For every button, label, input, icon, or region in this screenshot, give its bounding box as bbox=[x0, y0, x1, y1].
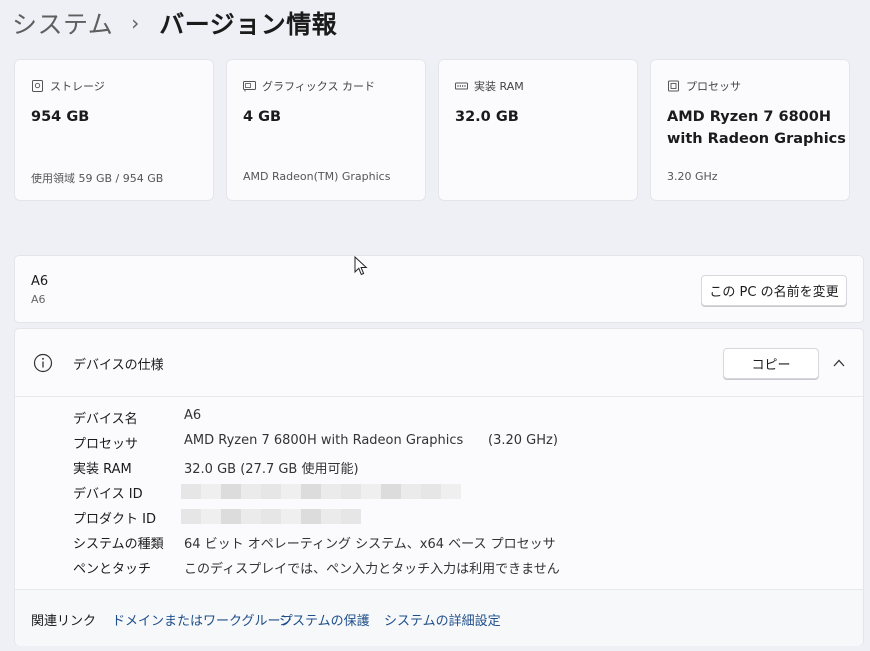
graphics-card-card[interactable]: グラフィックス カード 4 GB AMD Radeon(TM) Graphics bbox=[226, 59, 426, 201]
system-protection-link[interactable]: システムの保護 bbox=[279, 610, 370, 629]
breadcrumb-separator-icon: › bbox=[131, 11, 140, 35]
device-specs-header[interactable]: デバイスの仕様 コピー bbox=[15, 329, 863, 397]
graphics-card-model: AMD Radeon(TM) Graphics bbox=[243, 170, 391, 183]
spec-processor-speed: (3.20 GHz) bbox=[488, 433, 558, 448]
mouse-cursor-icon bbox=[354, 256, 368, 276]
breadcrumb: システム › バージョン情報 bbox=[12, 4, 337, 42]
device-name: A6 bbox=[31, 274, 49, 289]
chevron-up-icon[interactable] bbox=[832, 356, 846, 370]
copy-button[interactable]: コピー bbox=[723, 348, 819, 379]
related-links: 関連リンク ドメインまたはワークグループ システムの保護 システムの詳細設定 bbox=[15, 589, 863, 646]
settings-page: システム › バージョン情報 ストレージ 954 GB 使用領域 59 GB /… bbox=[0, 0, 870, 651]
related-links-label: 関連リンク bbox=[31, 614, 97, 629]
spec-cards: ストレージ 954 GB 使用領域 59 GB / 954 GB グラフィックス… bbox=[14, 59, 850, 201]
info-icon bbox=[33, 353, 53, 373]
breadcrumb-parent[interactable]: システム bbox=[12, 5, 113, 41]
spec-row-pen-touch: ペンとタッチ このディスプレイでは、ペン入力とタッチ入力は利用できません bbox=[15, 555, 863, 580]
processor-value: AMD Ryzen 7 6800H with Radeon Graphics bbox=[667, 106, 846, 150]
spec-value: 32.0 GB (27.7 GB 使用可能) bbox=[184, 462, 359, 477]
memory-card[interactable]: 実装 RAM 32.0 GB bbox=[438, 59, 638, 201]
spec-value: 64 ビット オペレーティング システム、x64 ベース プロセッサ bbox=[184, 537, 556, 552]
rename-pc-button[interactable]: この PC の名前を変更 bbox=[701, 275, 847, 306]
device-name-panel: A6 A6 この PC の名前を変更 bbox=[14, 255, 864, 323]
storage-card[interactable]: ストレージ 954 GB 使用領域 59 GB / 954 GB bbox=[14, 59, 214, 201]
spec-key: ペンとタッチ bbox=[73, 562, 152, 577]
processor-card[interactable]: プロセッサ AMD Ryzen 7 6800H with Radeon Grap… bbox=[650, 59, 850, 201]
spec-value: A6 bbox=[184, 408, 202, 423]
spec-value: このディスプレイでは、ペン入力とタッチ入力は利用できません bbox=[184, 562, 560, 577]
processor-value-line2: with Radeon Graphics bbox=[667, 131, 846, 147]
spec-key: デバイス名 bbox=[73, 412, 138, 427]
device-specs-panel: デバイスの仕様 コピー デバイス名 A6 プロセッサ AMD Ryzen 7 6… bbox=[14, 328, 864, 646]
advanced-system-settings-link[interactable]: システムの詳細設定 bbox=[384, 610, 501, 629]
redacted-product-id bbox=[181, 509, 361, 524]
spec-key: プロセッサ bbox=[73, 437, 139, 452]
graphics-card-icon bbox=[243, 81, 256, 92]
spec-row-ram: 実装 RAM 32.0 GB (27.7 GB 使用可能) bbox=[15, 455, 863, 480]
graphics-card-value: 4 GB bbox=[243, 109, 282, 125]
spec-row-product-id: プロダクト ID bbox=[15, 505, 863, 530]
spec-key: プロダクト ID bbox=[73, 512, 156, 527]
processor-speed: 3.20 GHz bbox=[667, 170, 718, 183]
spec-row-device-name: デバイス名 A6 bbox=[15, 405, 863, 430]
memory-label: 実装 RAM bbox=[474, 80, 524, 93]
device-model: A6 bbox=[31, 293, 46, 306]
page-title: バージョン情報 bbox=[159, 10, 338, 39]
memory-icon bbox=[455, 82, 468, 90]
processor-value-line1: AMD Ryzen 7 6800H bbox=[667, 109, 831, 125]
spec-row-system-type: システムの種類 64 ビット オペレーティング システム、x64 ベース プロセ… bbox=[15, 530, 863, 555]
processor-label: プロセッサ bbox=[686, 80, 741, 93]
spec-key: システムの種類 bbox=[73, 537, 164, 552]
processor-icon bbox=[668, 80, 679, 92]
domain-workgroup-link[interactable]: ドメインまたはワークグループ bbox=[112, 610, 293, 629]
spec-value: AMD Ryzen 7 6800H with Radeon Graphics bbox=[184, 433, 464, 448]
specs-list: デバイス名 A6 プロセッサ AMD Ryzen 7 6800H with Ra… bbox=[15, 405, 863, 580]
memory-value: 32.0 GB bbox=[455, 109, 519, 125]
storage-usage: 使用領域 59 GB / 954 GB bbox=[31, 172, 164, 185]
graphics-card-label: グラフィックス カード bbox=[262, 80, 375, 93]
redacted-device-id bbox=[181, 484, 461, 499]
storage-label: ストレージ bbox=[50, 80, 105, 93]
storage-value: 954 GB bbox=[31, 109, 90, 125]
spec-key: 実装 RAM bbox=[73, 462, 132, 477]
spec-row-device-id: デバイス ID bbox=[15, 480, 863, 505]
storage-icon bbox=[32, 80, 43, 92]
device-specs-title: デバイスの仕様 bbox=[73, 358, 164, 373]
spec-row-processor: プロセッサ AMD Ryzen 7 6800H with Radeon Grap… bbox=[15, 430, 863, 455]
spec-key: デバイス ID bbox=[73, 487, 143, 502]
